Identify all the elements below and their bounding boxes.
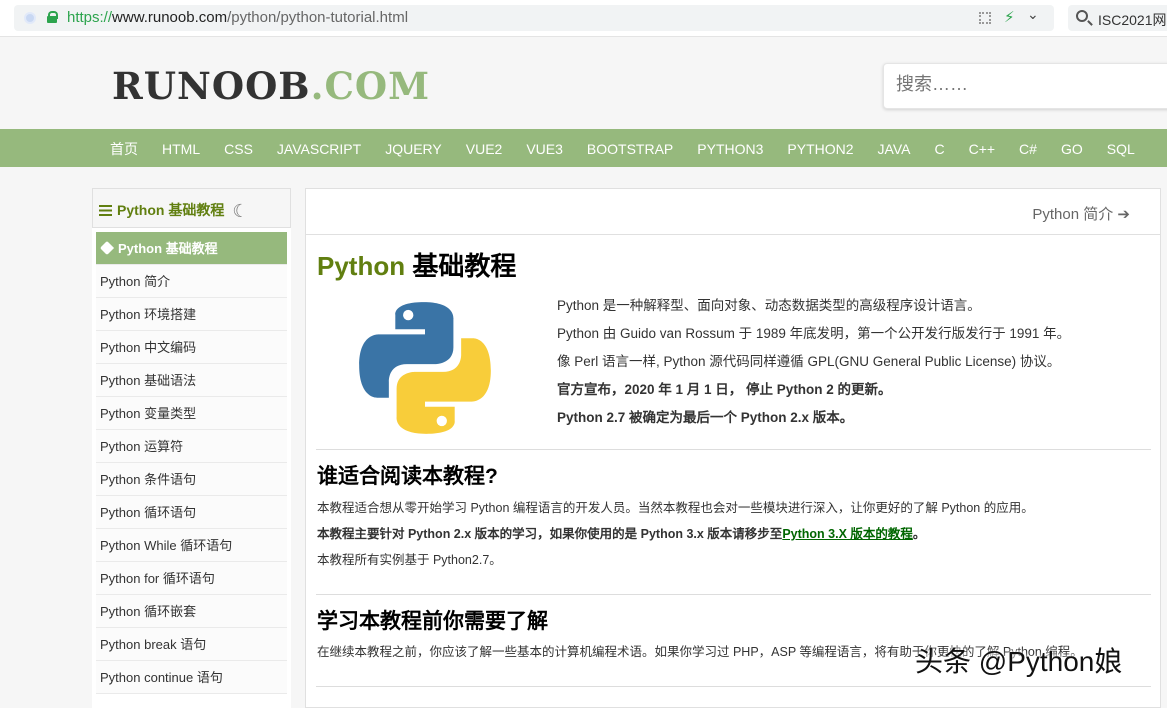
next-page-label: Python 简介	[1032, 206, 1114, 223]
sidebar-item[interactable]: Python 变量类型	[96, 397, 287, 430]
sidebar-item-label: Python break 语句	[100, 637, 207, 652]
sidebar-item[interactable]: Python While 循环语句	[96, 529, 287, 562]
main-nav: 首页 HTML CSS JAVASCRIPT JQUERY VUE2 VUE3 BOOTSTR…	[0, 129, 1167, 167]
page-title-python: Python	[317, 251, 406, 281]
intro-line: Python 2.7 被确定为最后一个 Python 2.x 版本。	[557, 410, 854, 425]
python3-tutorial-link[interactable]: Python 3.X 版本的教程	[782, 527, 913, 541]
url-text[interactable]: https://www.runoob.com/python/python-tut…	[67, 9, 408, 26]
nav-item[interactable]: C	[922, 129, 956, 169]
section-title-audience: 谁适合阅读本教程?	[317, 465, 498, 488]
sidebar-item[interactable]: Python 循环语句	[96, 496, 287, 529]
sidebar-item-label: Python 变量类型	[100, 406, 197, 421]
sidebar-item[interactable]: Python for 循环语句	[96, 562, 287, 595]
page-title: Python 基础教程	[317, 246, 516, 283]
paragraph-end: 。	[912, 527, 926, 541]
sidebar-item-label: Python 简介	[100, 274, 171, 289]
browser-search-query: ISC2021网络	[1098, 12, 1167, 28]
lock-icon[interactable]	[47, 11, 58, 23]
intro-line: 官方宣布，2020 年 1 月 1 日， 停止 Python 2 的更新。	[557, 382, 892, 397]
intro-line: Python 是一种解释型、面向对象、动态数据类型的高级程序设计语言。	[557, 298, 981, 313]
nav-item[interactable]: GO	[1049, 129, 1095, 169]
intro-block: Python 是一种解释型、面向对象、动态数据类型的高级程序设计语言。 Pyth…	[557, 292, 1117, 432]
search-icon	[1076, 10, 1088, 22]
nav-item[interactable]: 首页	[98, 129, 150, 169]
section-paragraph-bold: 本教程主要针对 Python 2.x 版本的学习，如果你使用的是 Python …	[317, 521, 925, 547]
moon-icon[interactable]: ☾	[232, 201, 248, 222]
nav-item[interactable]: JQUERY	[373, 129, 454, 169]
sidebar-item[interactable]: Python 基础语法	[96, 364, 287, 397]
qr-code-icon[interactable]	[979, 12, 991, 24]
nav-item[interactable]: JAVA	[866, 129, 923, 169]
divider	[316, 449, 1151, 450]
nav-item[interactable]: HTML	[150, 129, 212, 169]
sidebar-item-label: Python While 循环语句	[100, 538, 233, 553]
sidebar-item[interactable]: Python 循环嵌套	[96, 595, 287, 628]
site-search-box[interactable]	[883, 63, 1167, 109]
sidebar-list: Python 基础教程 Python 简介 Python 环境搭建 Python 中文…	[92, 228, 291, 694]
intro-line: 像 Perl 语言一样, Python 源代码同样遵循 GPL(GNU Gene…	[557, 354, 1061, 369]
sidebar-item-label: Python 环境搭建	[100, 307, 197, 322]
content-topbar: Python 简介 ➔	[306, 189, 1160, 235]
sidebar-item-label: Python 循环嵌套	[100, 604, 197, 619]
arrow-right-icon: ➔	[1117, 206, 1130, 223]
tag-icon	[99, 240, 115, 256]
nav-item[interactable]: VUE2	[454, 129, 515, 169]
sidebar-item[interactable]: Python 中文编码	[96, 331, 287, 364]
sidebar-item[interactable]: Python continue 语句	[96, 661, 287, 694]
sidebar-item-label: Python 中文编码	[100, 340, 197, 355]
section-title-prerequisites: 学习本教程前你需要了解	[317, 610, 548, 633]
paragraph-text: 本教程主要针对 Python 2.x 版本的学习，如果你使用的是 Python …	[317, 527, 783, 541]
address-bar[interactable]: https://www.runoob.com/python/python-tut…	[14, 5, 1054, 31]
lightning-icon[interactable]: ⚡	[1004, 8, 1015, 26]
browser-toolbar: https://www.runoob.com/python/python-tut…	[0, 0, 1167, 37]
nav-item[interactable]: C++	[957, 129, 1007, 169]
url-path: /python/python-tutorial.html	[227, 9, 409, 26]
sidebar-item[interactable]: Python 简介	[96, 265, 287, 298]
sidebar-item-label: Python 基础教程	[118, 241, 218, 256]
section-paragraph: 本教程适合想从零开始学习 Python 编程语言的开发人员。当然本教程也会对一些…	[317, 501, 1034, 515]
sidebar-item-label: Python 循环语句	[100, 505, 197, 520]
sidebar-header: Python 基础教程 ☾	[92, 188, 291, 228]
list-icon	[99, 205, 112, 216]
sidebar-item[interactable]: Python 运算符	[96, 430, 287, 463]
browser-search-box[interactable]: ISC2021网络	[1068, 5, 1167, 31]
logo-suffix: .COM	[310, 64, 431, 108]
url-host: www.runoob.com	[112, 9, 228, 26]
python-logo-icon	[359, 302, 491, 434]
sidebar-item-label: Python 条件语句	[100, 472, 197, 487]
nav-item[interactable]: CSS	[212, 129, 265, 169]
divider	[316, 594, 1151, 595]
page-title-rest: 基础教程	[405, 251, 517, 281]
nav-item[interactable]: PYTHON2	[775, 129, 865, 169]
nav-item[interactable]: VUE3	[514, 129, 575, 169]
watermark: 头条 @Python娘	[915, 646, 1123, 677]
main-content: Python 简介 ➔ Python 基础教程 Python 是一种解释型、面向…	[305, 188, 1161, 708]
site-search-input[interactable]	[896, 74, 1156, 95]
sidebar-item[interactable]: Python 条件语句	[96, 463, 287, 496]
sidebar-item-label: Python 运算符	[100, 439, 184, 454]
divider	[316, 686, 1151, 687]
sidebar-item[interactable]: Python 基础教程	[96, 232, 287, 265]
section-paragraph: 本教程所有实例基于 Python2.7。	[317, 553, 502, 567]
nav-item[interactable]: JAVASCRIPT	[265, 129, 373, 169]
nav-item[interactable]: PYTHON3	[685, 129, 775, 169]
nav-list: 首页 HTML CSS JAVASCRIPT JQUERY VUE2 VUE3 BOOTSTR…	[98, 129, 1147, 169]
site-logo[interactable]: RUNOOB.COM	[112, 64, 430, 108]
intro-line: Python 由 Guido van Rossum 于 1989 年底发明，第一…	[557, 326, 1071, 341]
sidebar-item-label: Python 基础语法	[100, 373, 197, 388]
nav-item[interactable]: SQL	[1095, 129, 1147, 169]
logo-main: RUNOOB	[112, 64, 311, 108]
chevron-down-icon[interactable]: ⌄	[1027, 6, 1039, 23]
next-page-link[interactable]: Python 简介 ➔	[1032, 203, 1130, 224]
url-scheme: https://	[67, 9, 113, 26]
nav-item[interactable]: C#	[1007, 129, 1049, 169]
sidebar-item-label: Python for 循环语句	[100, 571, 215, 586]
sidebar-title: Python 基础教程	[117, 202, 225, 218]
nav-item[interactable]: BOOTSTRAP	[575, 129, 685, 169]
sidebar-item[interactable]: Python break 语句	[96, 628, 287, 661]
site-info-icon[interactable]	[24, 12, 36, 24]
sidebar-item-label: Python continue 语句	[100, 670, 223, 685]
sidebar-item[interactable]: Python 环境搭建	[96, 298, 287, 331]
sidebar: Python 基础教程 ☾ Python 基础教程 Python 简介 Python …	[92, 188, 291, 708]
